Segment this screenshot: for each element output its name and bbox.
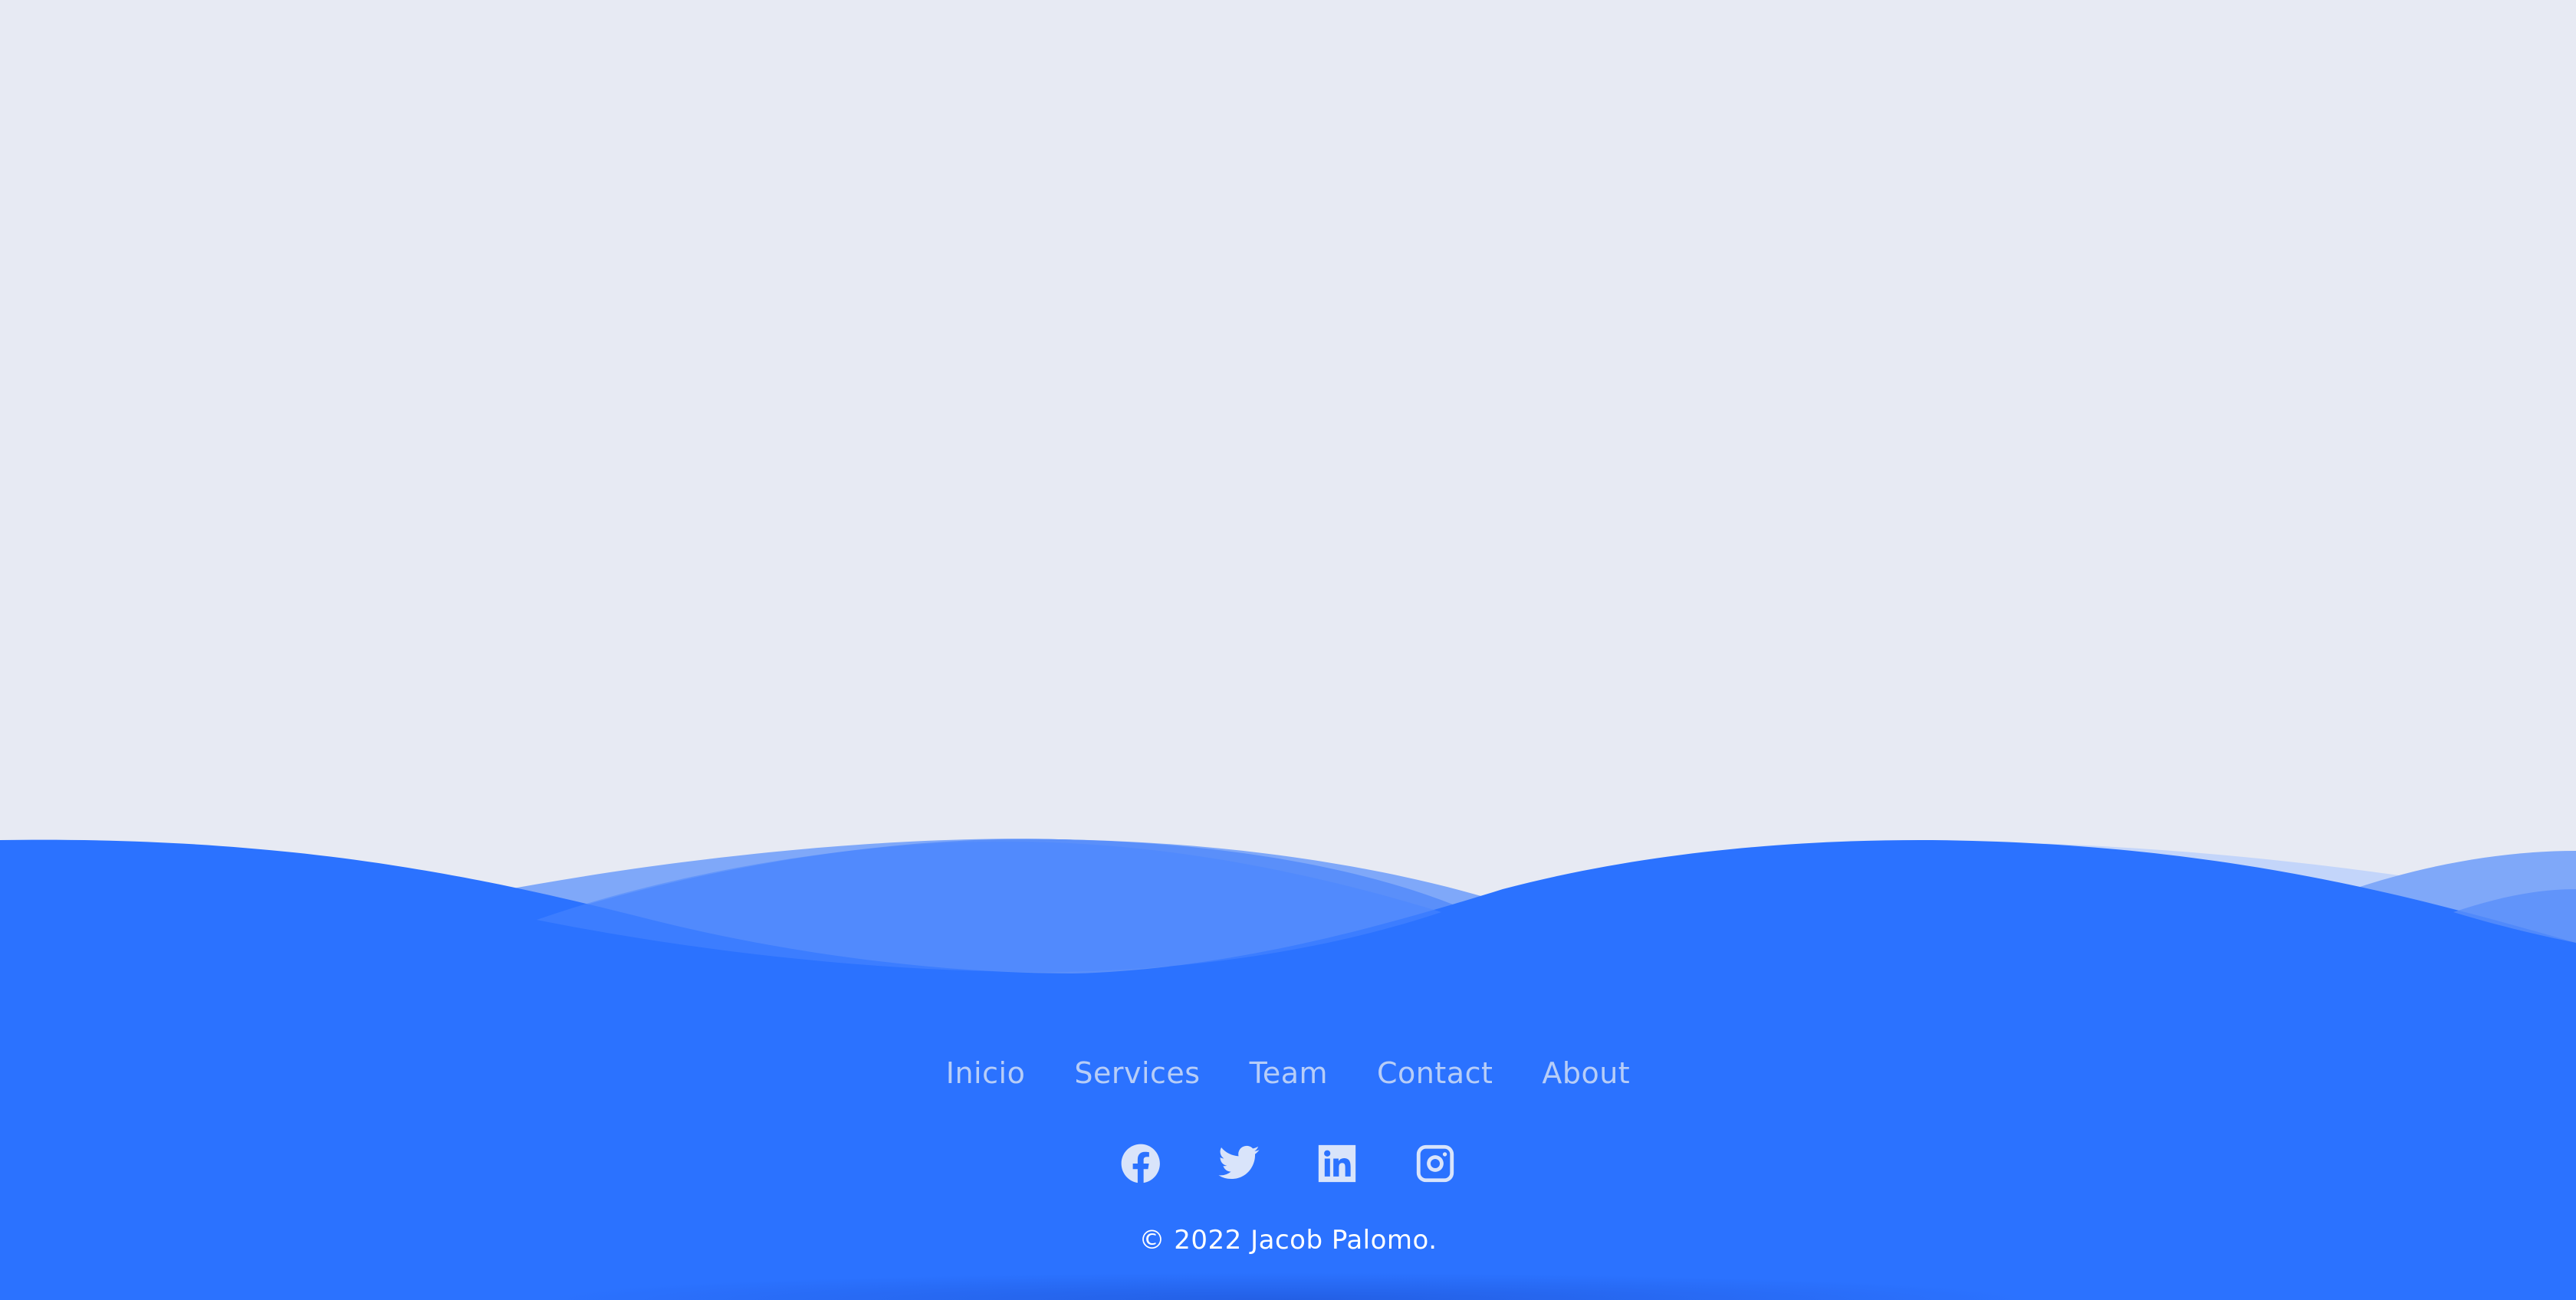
linkedin-icon[interactable] [1315,1141,1359,1186]
page: Inicio Services Team Contact About © 202… [0,0,2576,1300]
copyright-text: © 2022 Jacob Palomo. [1138,1225,1438,1256]
footer-nav-about[interactable]: About [1542,1056,1630,1090]
footer-nav-contact[interactable]: Contact [1377,1056,1493,1090]
bottom-shadow [537,1272,2039,1300]
footer: Inicio Services Team Contact About © 202… [0,1042,2576,1256]
footer-nav-team[interactable]: Team [1250,1056,1328,1090]
social-links [1119,1136,1457,1191]
facebook-icon[interactable] [1119,1141,1163,1186]
instagram-icon[interactable] [1413,1141,1457,1186]
twitter-icon[interactable] [1217,1141,1261,1186]
footer-nav-inicio[interactable]: Inicio [946,1056,1026,1090]
footer-nav-services[interactable]: Services [1074,1056,1200,1090]
footer-nav: Inicio Services Team Contact About [946,1042,1630,1104]
